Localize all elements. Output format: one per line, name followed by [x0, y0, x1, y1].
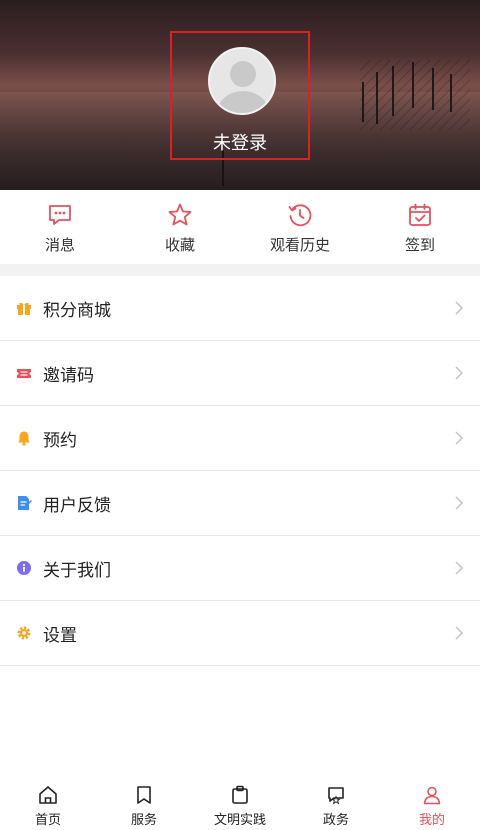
chevron-right-icon	[455, 561, 464, 575]
ticket-icon	[17, 369, 31, 378]
menu-item-invite-code[interactable]: 邀请码	[0, 341, 480, 406]
star-icon	[168, 203, 192, 226]
banner-post	[450, 74, 452, 112]
tab-civilization-practice[interactable]: 文明实践	[192, 778, 288, 830]
quick-action-label: 观看历史	[269, 236, 330, 254]
menu-item-feedback[interactable]: 用户反馈	[0, 471, 480, 536]
flag-icon	[328, 787, 344, 805]
gift-icon	[17, 302, 31, 315]
menu-item-reservation[interactable]: 预约	[0, 406, 480, 471]
history-icon	[288, 204, 312, 227]
menu-item-label: 设置	[43, 625, 77, 646]
menu-item-label: 邀请码	[43, 365, 94, 386]
message-icon	[49, 205, 71, 225]
menu-item-points-mall[interactable]: 积分商城	[0, 276, 480, 341]
quick-action-label: 签到	[404, 236, 435, 254]
menu-item-label: 预约	[43, 430, 77, 451]
user-icon	[423, 786, 441, 805]
menu-list: 积分商城 邀请码 预约 用户反馈 关于我们 设置	[0, 276, 480, 666]
home-icon	[39, 786, 57, 804]
banner-post	[362, 82, 364, 122]
chevron-right-icon	[455, 366, 464, 380]
avatar-body	[218, 91, 268, 113]
chevron-right-icon	[455, 431, 464, 445]
calendar-check-icon	[409, 203, 431, 226]
quick-action-label: 收藏	[164, 236, 195, 254]
tab-label: 政务	[322, 813, 349, 828]
tab-label: 首页	[34, 813, 61, 828]
quick-actions: 消息 收藏 观看历史 签到	[0, 190, 480, 264]
login-status-text[interactable]: 未登录	[172, 129, 308, 155]
quick-action-history[interactable]: 观看历史	[240, 190, 360, 264]
bottom-tab-bar: 首页 服务 文明实践 政务 我的	[0, 778, 480, 830]
tab-service[interactable]: 服务	[96, 778, 192, 830]
chevron-right-icon	[455, 496, 464, 510]
profile-page: 未登录 消息 收藏 观看历史 签到 积分商城 邀请码 预约 用户反馈 关于我们 …	[0, 0, 480, 830]
banner-post	[376, 72, 378, 124]
tab-home[interactable]: 首页	[0, 778, 96, 830]
chevron-right-icon	[455, 626, 464, 640]
quick-action-favorites[interactable]: 收藏	[120, 190, 240, 264]
info-icon	[17, 561, 31, 575]
bell-icon	[18, 431, 30, 446]
banner-post	[412, 62, 414, 108]
avatar[interactable]	[208, 47, 276, 115]
tab-label: 我的	[418, 813, 445, 828]
tab-mine[interactable]: 我的	[384, 778, 480, 830]
avatar-head	[230, 61, 256, 87]
quick-action-checkin[interactable]: 签到	[360, 190, 480, 264]
feedback-icon	[18, 496, 32, 510]
quick-action-messages[interactable]: 消息	[0, 190, 120, 264]
menu-item-settings[interactable]: 设置	[0, 601, 480, 666]
banner-post	[432, 68, 434, 110]
bookmark-icon	[137, 786, 151, 804]
login-area[interactable]: 未登录	[170, 31, 310, 160]
tab-government-affairs[interactable]: 政务	[288, 778, 384, 830]
menu-item-label: 关于我们	[43, 560, 111, 581]
section-divider	[0, 264, 480, 276]
clipboard-icon	[232, 785, 248, 804]
tab-label: 服务	[130, 813, 157, 828]
menu-item-label: 用户反馈	[43, 495, 111, 516]
profile-header-banner: 未登录	[0, 0, 480, 190]
menu-item-label: 积分商城	[43, 300, 111, 321]
chevron-right-icon	[455, 301, 464, 315]
banner-post	[392, 66, 394, 116]
tab-label: 文明实践	[213, 813, 266, 828]
menu-item-about-us[interactable]: 关于我们	[0, 536, 480, 601]
gear-icon	[17, 626, 31, 640]
quick-action-label: 消息	[44, 236, 75, 254]
